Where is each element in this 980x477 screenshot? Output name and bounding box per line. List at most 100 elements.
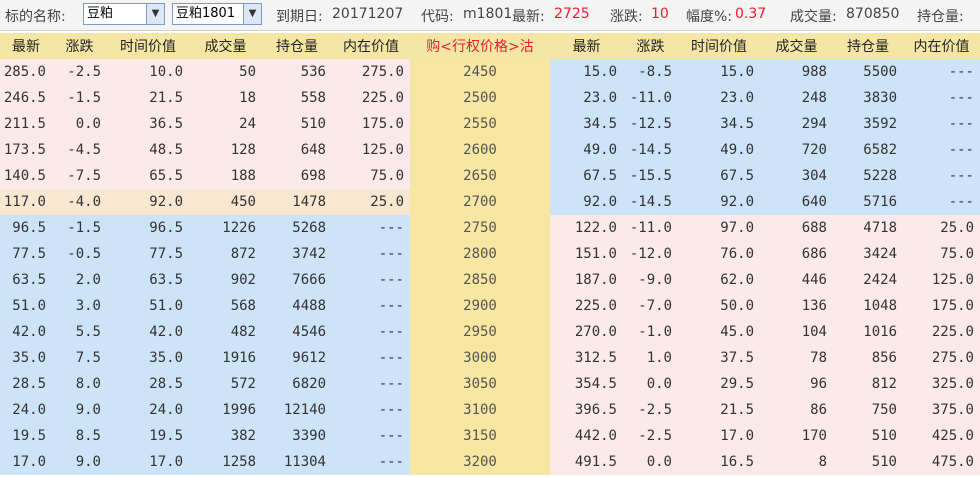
column-header[interactable]: 内在价值 [332, 33, 410, 59]
column-header[interactable]: 内在价值 [903, 33, 980, 59]
table-row[interactable]: 63.5 2.0 63.5 902 7666 --- 2850 187.0 -9.0 62.0 44… [0, 267, 980, 293]
call-cell: 648 [262, 137, 332, 163]
table-row[interactable]: 42.0 5.5 42.0 482 4546 --- 2950 270.0 -1.0 45.0 10… [0, 319, 980, 345]
call-cell: 0.0 [52, 111, 107, 137]
call-cell: 24.0 [107, 397, 189, 423]
column-header[interactable]: 持仓量 [262, 33, 332, 59]
call-cell: 225.0 [332, 85, 410, 111]
table-row[interactable]: 35.0 7.5 35.0 1916 9612 --- 3000 312.5 1.0 37.5 78… [0, 345, 980, 371]
put-cell: 491.5 [550, 449, 623, 475]
chevron-down-icon[interactable]: ▼ [146, 4, 164, 24]
call-cell: 5268 [262, 215, 332, 241]
put-cell: 75.0 [903, 241, 980, 267]
column-header[interactable]: 最新 [0, 33, 52, 59]
put-cell: 640 [760, 189, 833, 215]
put-cell: 720 [760, 137, 833, 163]
put-cell: 225.0 [903, 319, 980, 345]
put-cell: -2.5 [623, 397, 678, 423]
call-cell: 96.5 [0, 215, 52, 241]
call-cell: 8.0 [52, 371, 107, 397]
put-cell: 1016 [833, 319, 903, 345]
put-cell: 187.0 [550, 267, 623, 293]
table-row[interactable]: 96.5 -1.5 96.5 1226 5268 --- 2750 122.0 -11.0 97.… [0, 215, 980, 241]
strike-price-cell: 3050 [410, 371, 550, 397]
put-cell: -11.0 [623, 215, 678, 241]
put-cell: 688 [760, 215, 833, 241]
call-cell: 382 [189, 423, 262, 449]
put-cell: 170 [760, 423, 833, 449]
call-cell: 35.0 [107, 345, 189, 371]
put-cell: 92.0 [678, 189, 760, 215]
table-row[interactable]: 173.5 -4.5 48.5 128 648 125.0 2600 49.0 -14.5 49.… [0, 137, 980, 163]
call-cell: 18 [189, 85, 262, 111]
column-header[interactable]: 成交量 [760, 33, 833, 59]
column-header[interactable]: 成交量 [189, 33, 262, 59]
underlying-select[interactable]: 豆粕 ▼ [83, 3, 165, 25]
table-row[interactable]: 77.5 -0.5 77.5 872 3742 --- 2800 151.0 -12.0 76.0… [0, 241, 980, 267]
call-cell: 24 [189, 111, 262, 137]
put-cell: 92.0 [550, 189, 623, 215]
call-cell: 698 [262, 163, 332, 189]
put-cell: 510 [833, 423, 903, 449]
call-cell: 9.0 [52, 449, 107, 475]
strike-column-header[interactable]: 购<行权价格>沽 [410, 33, 550, 59]
strike-price-cell: 3000 [410, 345, 550, 371]
put-cell: 812 [833, 371, 903, 397]
call-cell: 902 [189, 267, 262, 293]
call-cell: 8.5 [52, 423, 107, 449]
put-cell: 76.0 [678, 241, 760, 267]
table-row[interactable]: 140.5 -7.5 65.5 188 698 75.0 2650 67.5 -15.5 67.5… [0, 163, 980, 189]
column-header[interactable]: 最新 [550, 33, 623, 59]
expiry-label: 到期日: [276, 9, 323, 25]
column-header[interactable]: 时间价值 [107, 33, 189, 59]
column-header[interactable]: 涨跌 [52, 33, 107, 59]
call-cell: 50 [189, 59, 262, 85]
call-cell: 19.5 [0, 423, 52, 449]
table-row[interactable]: 246.5 -1.5 21.5 18 558 225.0 2500 23.0 -11.0 23.0… [0, 85, 980, 111]
column-header[interactable]: 涨跌 [623, 33, 678, 59]
call-cell: 35.0 [0, 345, 52, 371]
put-cell: 25.0 [903, 215, 980, 241]
column-header[interactable]: 持仓量 [833, 33, 903, 59]
put-cell: 175.0 [903, 293, 980, 319]
call-cell: 36.5 [107, 111, 189, 137]
put-cell: 34.5 [678, 111, 760, 137]
put-cell: 3592 [833, 111, 903, 137]
table-row[interactable]: 28.5 8.0 28.5 572 6820 --- 3050 354.5 0.0 29.5 96 8… [0, 371, 980, 397]
put-cell: 325.0 [903, 371, 980, 397]
call-cell: 4488 [262, 293, 332, 319]
table-row[interactable]: 285.0 -2.5 10.0 50 536 275.0 2450 15.0 -8.5 15.0 9… [0, 59, 980, 85]
call-cell: 7.5 [52, 345, 107, 371]
call-cell: 285.0 [0, 59, 52, 85]
column-header[interactable]: 时间价值 [678, 33, 760, 59]
call-cell: 510 [262, 111, 332, 137]
strike-price-cell: 2600 [410, 137, 550, 163]
call-cell: 51.0 [107, 293, 189, 319]
change-pct-label: 幅度%: [686, 9, 733, 25]
put-cell: --- [903, 85, 980, 111]
contract-select[interactable]: 豆粕1801 ▼ [172, 3, 262, 25]
table-row[interactable]: 24.0 9.0 24.0 1996 12140 --- 3100 396.5 -2.5 21.5… [0, 397, 980, 423]
call-cell: 1916 [189, 345, 262, 371]
call-cell: 3390 [262, 423, 332, 449]
strike-price-cell: 3200 [410, 449, 550, 475]
call-cell: 75.0 [332, 163, 410, 189]
put-cell: 3424 [833, 241, 903, 267]
call-cell: 21.5 [107, 85, 189, 111]
call-cell: 17.0 [107, 449, 189, 475]
table-row[interactable]: 51.0 3.0 51.0 568 4488 --- 2900 225.0 -7.0 50.0 13… [0, 293, 980, 319]
table-row[interactable]: 211.5 0.0 36.5 24 510 175.0 2550 34.5 -12.5 34.5 2… [0, 111, 980, 137]
call-cell: --- [332, 423, 410, 449]
put-cell: 4718 [833, 215, 903, 241]
call-cell: 175.0 [332, 111, 410, 137]
put-cell: 29.5 [678, 371, 760, 397]
table-row[interactable]: 19.5 8.5 19.5 382 3390 --- 3150 442.0 -2.5 17.0 17… [0, 423, 980, 449]
strike-price-cell: 2900 [410, 293, 550, 319]
expiry-value: 20171207 [332, 6, 404, 22]
put-cell: 5716 [833, 189, 903, 215]
put-cell: 49.0 [678, 137, 760, 163]
table-row[interactable]: 17.0 9.0 17.0 1258 11304 --- 3200 491.5 0.0 16.5 8… [0, 449, 980, 475]
call-cell: 77.5 [0, 241, 52, 267]
chevron-down-icon[interactable]: ▼ [243, 4, 261, 24]
table-row[interactable]: 117.0 -4.0 92.0 450 1478 25.0 2700 92.0 -14.5 92.… [0, 189, 980, 215]
